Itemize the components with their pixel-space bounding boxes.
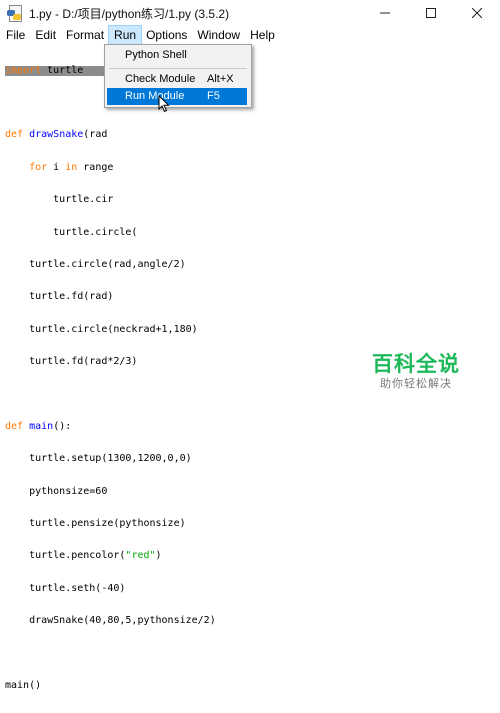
idle-editor-window: 1.py - D:/项目/python练习/1.py (3.5.2) File … <box>0 0 500 691</box>
menu-file[interactable]: File <box>0 26 30 44</box>
menu-options[interactable]: Options <box>141 26 192 44</box>
code-line: main() <box>5 680 42 692</box>
run-module-accelerator: F5 <box>207 90 220 102</box>
menu-run[interactable]: Run <box>108 25 143 45</box>
run-menu-dropdown: Python Shell Check Module Alt+X Run Modu… <box>104 44 252 108</box>
code-line: for i in range <box>29 161 114 173</box>
code-line: turtle.fd(rad) <box>5 291 114 303</box>
python-file-icon <box>7 5 23 22</box>
watermark-subtitle: 助你轻松解决 <box>380 377 452 390</box>
menu-window[interactable]: Window <box>192 26 245 44</box>
code-line: turtle.fd(rad*2/3) <box>5 356 138 368</box>
code-text: import turtle def drawSnake(rad for i in… <box>5 44 216 713</box>
menu-help[interactable]: Help <box>245 26 280 44</box>
minimize-icon <box>380 12 390 14</box>
menu-edit[interactable]: Edit <box>30 26 61 44</box>
menu-separator <box>109 68 247 69</box>
code-line: def drawSnake(rad <box>5 129 108 141</box>
window-title: 1.py - D:/项目/python练习/1.py (3.5.2) <box>29 6 230 21</box>
watermark-title: 百科全说 <box>372 352 460 376</box>
code-line: drawSnake(40,80,5,pythonsize/2) <box>5 615 216 627</box>
python-shell-item[interactable]: Python Shell <box>107 47 247 64</box>
code-line: def main(): <box>5 420 72 432</box>
code-line: turtle.seth(-40) <box>5 582 126 594</box>
menu-bar: File Edit Format Run Options Window Help <box>0 25 500 45</box>
check-module-label: Check Module <box>125 73 196 85</box>
minimize-button[interactable] <box>362 0 408 26</box>
code-line: turtle.circle(neckrad+1,180) <box>5 323 198 335</box>
code-line: turtle.circle( <box>5 226 138 238</box>
close-button[interactable] <box>454 0 500 26</box>
python-shell-label: Python Shell <box>125 49 187 61</box>
code-line: turtle.setup(1300,1200,0,0) <box>5 453 192 465</box>
code-line: turtle.circle(rad,angle/2) <box>5 258 186 270</box>
run-module-item[interactable]: Run Module F5 <box>107 88 247 105</box>
title-bar[interactable]: 1.py - D:/项目/python练习/1.py (3.5.2) <box>0 0 500 26</box>
run-module-label: Run Module <box>125 90 185 102</box>
maximize-icon <box>426 8 436 18</box>
check-module-item[interactable]: Check Module Alt+X <box>107 71 247 88</box>
menu-format[interactable]: Format <box>61 26 109 44</box>
code-line: pythonsize=60 <box>5 485 108 497</box>
watermark-logo: 百科全说 助你轻松解决 <box>366 352 466 392</box>
close-icon <box>472 8 482 18</box>
code-line: turtle.pensize(pythonsize) <box>5 518 186 530</box>
code-line: turtle.cir <box>5 194 114 206</box>
window-controls <box>362 0 500 26</box>
code-line: turtle.pencolor("red") <box>5 550 162 562</box>
maximize-button[interactable] <box>408 0 454 26</box>
check-module-accelerator: Alt+X <box>207 73 234 85</box>
mouse-pointer-icon <box>158 94 170 118</box>
